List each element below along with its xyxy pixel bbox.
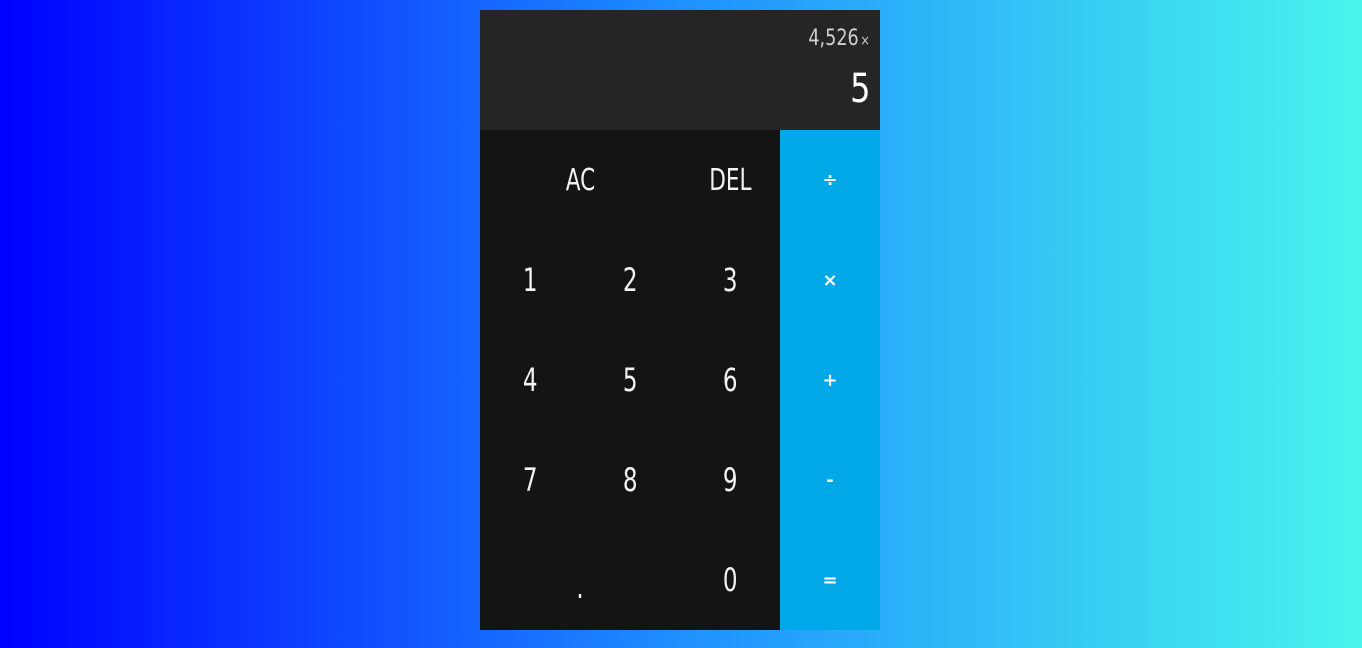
subtract-button[interactable]: - [780,430,880,530]
digit-6-button[interactable]: 6 [680,330,780,430]
keypad: AC DEL ÷ 1 2 3 × 4 5 6 + 7 8 9 - . 0 = [480,130,880,630]
digit-0-button[interactable]: 0 [680,530,780,630]
previous-operator: × [860,33,870,49]
digit-1-button[interactable]: 1 [480,230,580,330]
decimal-button[interactable]: . [480,530,680,630]
divide-button[interactable]: ÷ [780,130,880,230]
calculator: 4,526 × 5 AC DEL ÷ 1 2 3 × 4 5 6 + 7 8 9 … [480,10,880,630]
all-clear-button[interactable]: AC [480,130,680,230]
digit-3-button[interactable]: 3 [680,230,780,330]
previous-value: 4,526 [808,26,860,51]
current-operand: 5 [849,66,870,112]
delete-button[interactable]: DEL [680,130,780,230]
calculator-display: 4,526 × 5 [480,10,880,130]
digit-4-button[interactable]: 4 [480,330,580,430]
digit-9-button[interactable]: 9 [680,430,780,530]
digit-2-button[interactable]: 2 [580,230,680,330]
previous-operand: 4,526 × [809,26,870,51]
digit-8-button[interactable]: 8 [580,430,680,530]
add-button[interactable]: + [780,330,880,430]
digit-5-button[interactable]: 5 [580,330,680,430]
multiply-button[interactable]: × [780,230,880,330]
digit-7-button[interactable]: 7 [480,430,580,530]
equals-button[interactable]: = [780,530,880,630]
